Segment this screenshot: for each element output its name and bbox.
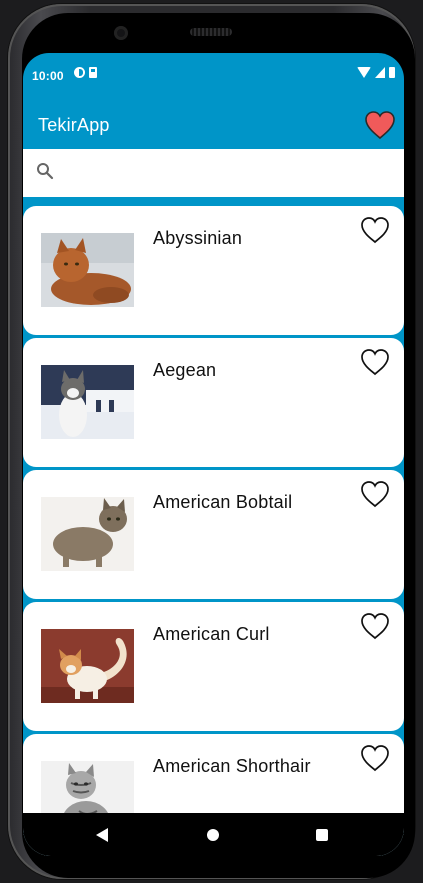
search-input[interactable] [65,158,389,190]
breed-photo [41,629,134,703]
breed-name: American Curl [153,624,270,644]
heart-outline-icon[interactable] [360,480,390,508]
heart-outline-icon[interactable] [360,612,390,640]
breed-photo [41,365,134,439]
breed-name: American Shorthair [153,756,311,776]
search-bar [23,149,404,197]
wifi-icon [357,67,371,78]
heart-outline-icon[interactable] [360,216,390,244]
data-saver-icon [74,67,85,78]
status-time: 10:00 [32,69,64,83]
app-screen: 10:00 TekirApp Abyssinian Aegean America… [23,53,404,856]
search-icon [37,163,54,180]
front-camera [114,26,128,40]
breed-card-american-curl[interactable]: American Curl [23,602,404,731]
cellular-signal-icon [375,67,385,78]
battery-icon [389,67,395,78]
breed-photo [41,497,134,571]
breed-name: Abyssinian [153,228,243,248]
status-right [357,67,395,78]
back-icon[interactable] [96,828,108,842]
heart-outline-icon[interactable] [360,744,390,772]
heart-outline-icon[interactable] [360,348,390,376]
breed-name: Aegean [153,360,217,380]
app-bar: TekirApp [23,97,404,149]
breed-photo [41,233,134,307]
recents-icon[interactable] [316,829,328,841]
status-indicators [74,67,97,78]
breed-card-american-bobtail[interactable]: American Bobtail [23,470,404,599]
system-nav-bar [23,813,404,856]
breed-name: American Bobtail [153,492,293,512]
favorites-heart-icon [365,111,395,140]
earpiece-speaker [190,28,232,36]
app-title: TekirApp [38,115,110,135]
breed-card-abyssinian[interactable]: Abyssinian [23,206,404,335]
breed-card-aegean[interactable]: Aegean [23,338,404,467]
favorites-button[interactable] [364,110,396,140]
status-bar: 10:00 [23,53,404,97]
home-icon[interactable] [207,829,219,841]
sim-card-icon [89,67,97,78]
